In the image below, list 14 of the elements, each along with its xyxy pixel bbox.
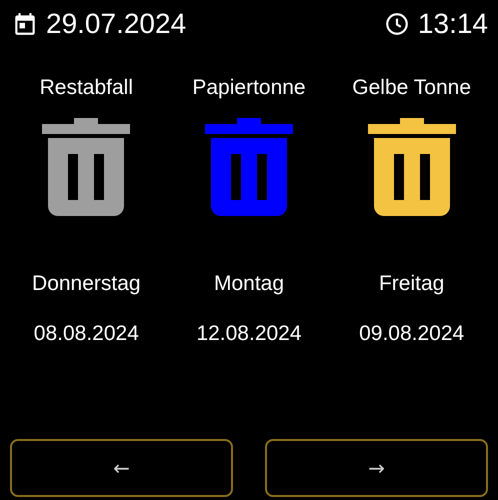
pickup-date: 09.08.2024 — [359, 322, 464, 346]
weekday: Donnerstag — [32, 272, 141, 296]
bin-name: Gelbe Tonne — [352, 76, 472, 101]
weekday: Montag — [214, 272, 284, 296]
pickup-date: 12.08.2024 — [196, 322, 302, 346]
current-date: 29.07.2024 — [46, 8, 186, 40]
current-time: 13:14 — [418, 8, 488, 40]
clock-icon — [384, 11, 410, 37]
pickup-date: 08.08.2024 — [34, 322, 139, 346]
bin-name: Papiertonne — [192, 76, 306, 101]
weekday: Freitag — [378, 272, 444, 296]
nav-button[interactable]: ← — [10, 439, 233, 497]
bin-name: Restabfall — [40, 76, 134, 101]
nav-button[interactable]: → — [265, 439, 488, 497]
